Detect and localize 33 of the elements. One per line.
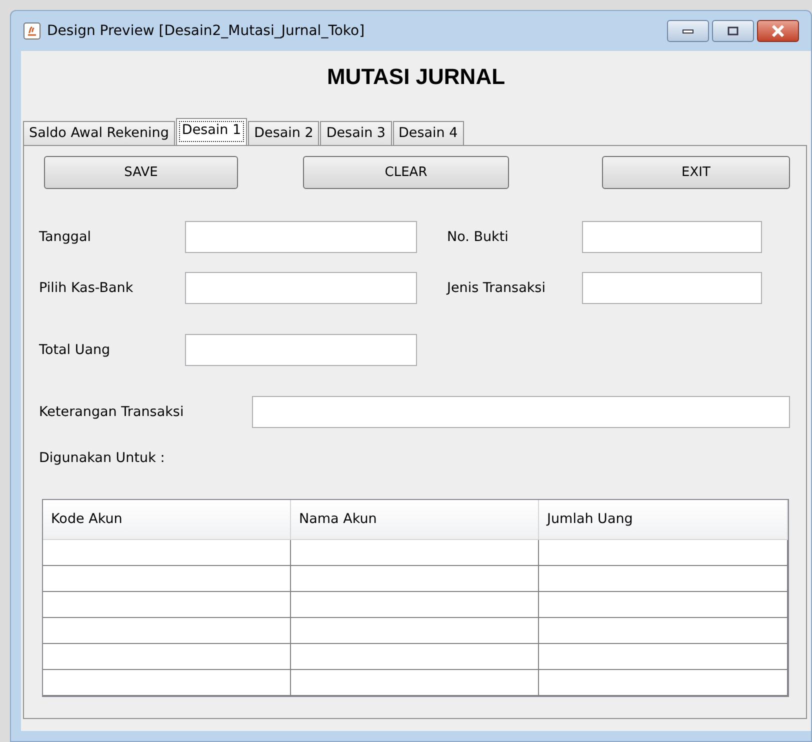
tab[interactable]: Desain 2 [248, 121, 320, 145]
field-label: Tanggal [39, 228, 92, 247]
column-header: Nama Akun [291, 500, 539, 540]
field-label: Jenis Transaksi [447, 278, 546, 298]
maximize-icon [727, 26, 739, 36]
input-field[interactable] [185, 221, 417, 253]
input-field[interactable] [582, 221, 762, 253]
close-icon [771, 25, 785, 37]
field-label: Keterangan Transaksi [39, 402, 185, 422]
tab[interactable]: Desain 3 [320, 121, 392, 145]
tab[interactable]: Desain 1 [176, 118, 248, 145]
tab[interactable]: Saldo Awal Rekening [23, 121, 175, 145]
section-label: Digunakan Untuk : [39, 450, 165, 466]
exit-button[interactable]: EXIT [602, 156, 790, 189]
clear-button[interactable]: CLEAR [303, 156, 509, 189]
column-header: Kode Akun [43, 500, 291, 540]
field-label: Pilih Kas-Bank [39, 278, 134, 298]
minimize-icon [682, 28, 694, 34]
field-label: No. Bukti [447, 228, 510, 247]
close-button[interactable] [757, 20, 799, 42]
form-heading: MUTASI JURNAL [326, 63, 506, 91]
column-header: Jumlah Uang [539, 500, 788, 540]
app-icon [23, 22, 41, 40]
window-title: Design Preview [Desain2_Mutasi_Jurnal_Toko] [47, 22, 365, 40]
field-label: Total Uang [39, 340, 112, 360]
input-field[interactable] [185, 334, 417, 366]
maximize-button[interactable] [712, 20, 754, 42]
save-button[interactable]: SAVE [44, 156, 238, 189]
input-field[interactable] [582, 272, 762, 304]
tab[interactable]: Desain 4 [392, 121, 464, 145]
minimize-button[interactable] [667, 20, 709, 42]
input-field[interactable] [252, 396, 790, 428]
input-field[interactable] [185, 272, 417, 304]
